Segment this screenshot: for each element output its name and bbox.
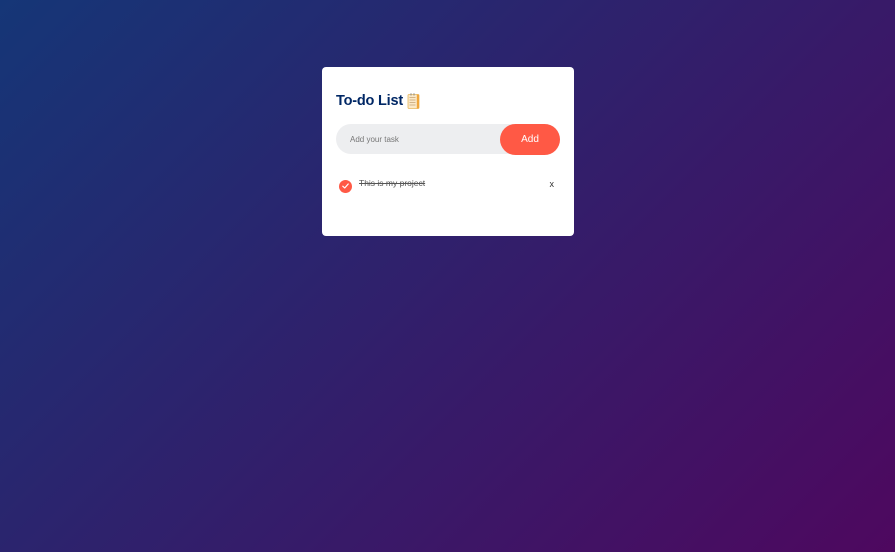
task-list: This is my project x (336, 174, 560, 194)
checkmark-icon[interactable] (339, 179, 352, 193)
task-input-row: Add (336, 123, 560, 155)
title-row: To-do List (336, 92, 560, 110)
app-title: To-do List (336, 93, 403, 109)
add-button[interactable]: Add (500, 123, 560, 155)
notepad-icon (407, 93, 420, 109)
task-input[interactable] (336, 124, 500, 154)
todo-card: To-do List Add This is my p (322, 67, 574, 236)
delete-task-button[interactable]: x (550, 177, 555, 191)
list-item[interactable]: This is my project x (336, 174, 560, 194)
task-text: This is my project (359, 177, 426, 188)
